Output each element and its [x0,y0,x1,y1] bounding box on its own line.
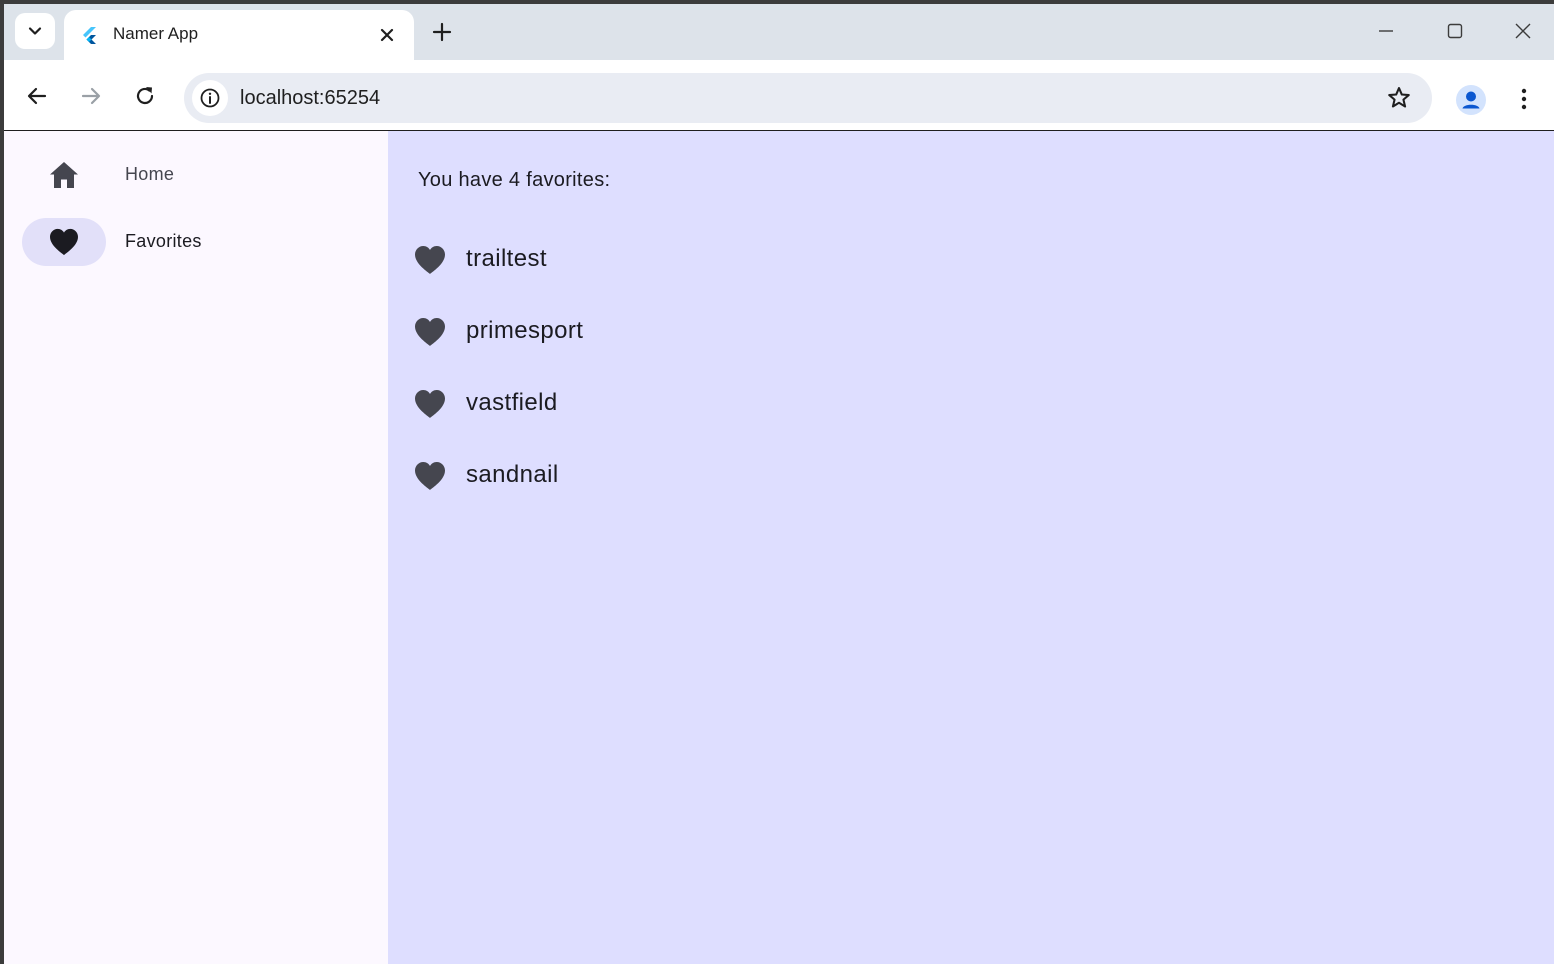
tab-search-button[interactable] [15,13,55,49]
heart-icon [415,462,445,490]
flutter-logo-icon [83,27,96,44]
navigation-rail: Home Favorites [4,131,388,964]
tab-title: Namer App [113,24,199,43]
site-info-button[interactable] [192,80,228,116]
home-icon [50,162,78,188]
star-icon[interactable] [1386,85,1412,111]
browser-menu-button[interactable] [1512,84,1536,114]
reload-icon [136,87,154,105]
forward-button[interactable] [76,81,106,111]
nav-item-home[interactable]: Home [22,151,382,199]
new-tab-button[interactable] [428,18,456,46]
heart-icon [415,390,445,418]
list-item[interactable]: primesport [414,313,1014,353]
favorite-word: vastfield [466,389,558,416]
maximize-button[interactable] [1435,16,1475,46]
heart-icon [50,228,78,256]
arrow-right-icon [81,87,101,105]
tab-strip: Namer App [4,4,1554,60]
back-button[interactable] [22,81,52,111]
nav-label-favorites: Favorites [125,231,202,251]
maximize-icon [1447,23,1463,39]
nav-label-home: Home [125,164,175,184]
arrow-left-icon [27,87,47,105]
tab-close-button[interactable] [376,24,398,46]
favorites-page: You have 4 favorites: trailtest primespo… [388,131,1554,964]
favorite-word: sandnail [466,461,559,488]
list-item[interactable]: sandnail [414,457,1014,497]
nav-item-favorites[interactable]: Favorites [22,218,382,266]
close-icon [380,28,394,42]
browser-toolbar: localhost:65254 [4,60,1554,131]
close-icon [1515,23,1531,39]
chevron-down-icon [28,27,42,35]
plus-icon [432,22,452,42]
close-window-button[interactable] [1503,16,1543,46]
favorites-count-text: You have 4 favorites: [418,169,611,191]
browser-window: Namer App localhost:65254 Home Favorites… [4,4,1554,964]
list-item[interactable]: vastfield [414,385,1014,425]
heart-icon [415,246,445,274]
browser-tab[interactable]: Namer App [64,10,414,60]
heart-icon [415,318,445,346]
profile-avatar[interactable] [1456,85,1486,115]
minimize-icon [1379,30,1393,32]
minimize-button[interactable] [1366,16,1406,46]
url-text[interactable]: localhost:65254 [240,87,380,110]
info-icon [200,88,220,108]
person-icon [1462,91,1480,109]
app-page: Home Favorites You have 4 favorites: tra… [4,131,1554,964]
favorite-word: primesport [466,317,584,344]
more-vert-icon [1521,88,1527,110]
reload-button[interactable] [130,81,160,111]
list-item[interactable]: trailtest [414,241,1014,281]
favorite-word: trailtest [466,245,547,272]
address-bar[interactable]: localhost:65254 [184,73,1432,123]
